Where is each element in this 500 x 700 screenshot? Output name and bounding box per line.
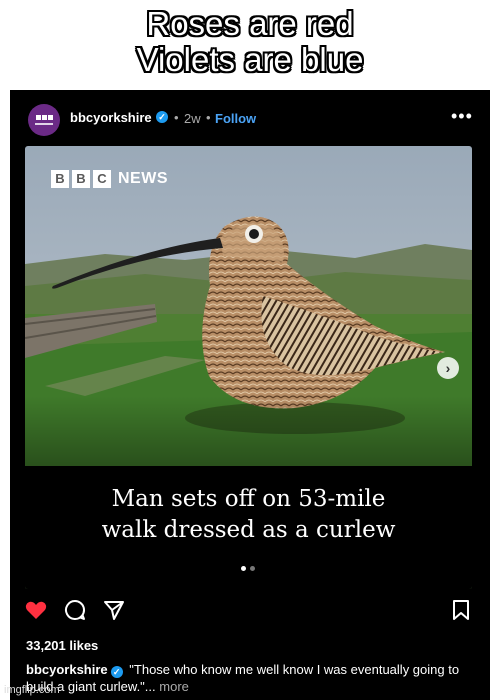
post-header: bbcyorkshire ✓ • 2w • Follow ••• (10, 90, 490, 142)
headline-line-2: walk dressed as a curlew (101, 517, 396, 543)
caption-line-1: Roses are red (146, 5, 354, 42)
imgflip-watermark: imgflip.com (4, 684, 60, 696)
logo-letter-b: B (51, 170, 69, 188)
logo-letter-c: C (93, 170, 111, 188)
post-actions (10, 598, 490, 628)
logo-letter-b: B (72, 170, 90, 188)
carousel-dot (250, 566, 255, 571)
logo-news-word: NEWS (118, 170, 168, 187)
post-media[interactable]: B B C NEWS › Man sets off on 53-mile wal… (25, 146, 472, 589)
follow-button[interactable]: Follow (215, 111, 256, 126)
meme-caption: Roses are red Violets are blue (0, 0, 500, 90)
verified-badge-icon: ✓ (110, 666, 123, 678)
verified-badge-icon: ✓ (156, 111, 168, 123)
heart-icon[interactable] (24, 598, 48, 622)
separator-dot: • (174, 110, 179, 125)
share-icon[interactable] (102, 598, 126, 622)
headline-line-1: Man sets off on 53-mile (111, 486, 386, 512)
carousel-next-button[interactable]: › (437, 357, 459, 379)
bbc-news-logo: B B C NEWS (51, 170, 168, 188)
bookmark-icon[interactable] (450, 598, 472, 622)
instagram-post: bbcyorkshire ✓ • 2w • Follow ••• B B C N… (10, 90, 490, 700)
bbc-logo-icon (35, 115, 53, 120)
avatar[interactable] (28, 104, 60, 136)
caption-username[interactable]: bbcyorkshire (26, 662, 108, 677)
comment-icon[interactable] (63, 598, 87, 622)
post-username[interactable]: bbcyorkshire (70, 110, 152, 125)
likes-count[interactable]: 33,201 likes (26, 638, 98, 653)
post-caption: bbcyorkshire ✓ "Those who know me well kn… (26, 661, 486, 695)
carousel-dot-active (241, 566, 246, 571)
caption-line-2: Violets are blue (136, 41, 364, 78)
more-options-icon[interactable]: ••• (451, 106, 473, 127)
separator-dot: • (206, 110, 211, 125)
more-link[interactable]: more (159, 679, 189, 694)
post-time: 2w (184, 111, 201, 126)
headline: Man sets off on 53-mile walk dressed as … (25, 484, 472, 546)
carousel-indicator (241, 566, 255, 571)
